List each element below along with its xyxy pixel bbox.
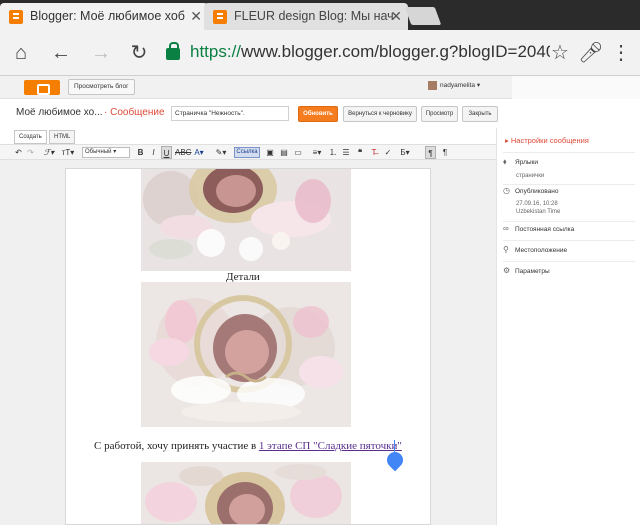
header-right-area — [512, 76, 640, 99]
tab-title: FLEUR design Blog: Мы нач — [234, 9, 394, 23]
divider — [503, 261, 635, 262]
blog-name[interactable]: Моё любимое хо... — [16, 107, 103, 118]
lock-icon — [166, 42, 180, 60]
italic-icon[interactable]: I — [149, 146, 158, 159]
blogger-logo-icon[interactable] — [24, 80, 60, 95]
forward-arrow-icon[interactable]: → — [88, 40, 114, 66]
tab-blogger[interactable]: Blogger: Моё любимое хоб ✕ — [0, 3, 208, 30]
publish-button[interactable]: Обновить — [298, 106, 338, 122]
view-blog-button[interactable]: Просмотреть блог — [68, 79, 135, 95]
ltr-direction-icon[interactable]: ¶ — [425, 146, 436, 159]
address-bar[interactable]: https://www.blogger.com/blogger.g?blogID… — [156, 38, 576, 68]
post-editor[interactable]: Детали С работой, хочу принять участие в… — [65, 168, 431, 525]
preview-button[interactable]: Просмотр — [421, 106, 458, 122]
revert-to-draft-button[interactable]: Вернуться к черновику — [343, 106, 417, 122]
paragraph-style-select[interactable]: Обычный ▾ — [82, 147, 130, 158]
post-paragraph[interactable]: С работой, хочу принять участие в 1 этап… — [94, 440, 402, 452]
tab-compose[interactable]: Создать — [14, 130, 47, 144]
labels-value: странички — [516, 173, 545, 179]
video-icon[interactable]: ▤ — [279, 146, 289, 159]
permalink-setting[interactable]: ∞ Постоянная ссылка — [503, 224, 574, 233]
blogger-favicon-icon — [9, 10, 23, 24]
font-family-icon[interactable]: ℱ▾ — [42, 146, 56, 159]
close-icon[interactable]: ✕ — [190, 3, 202, 30]
published-date: 27.09.16, 10:28 — [516, 201, 558, 207]
link-icon: ∞ — [503, 224, 509, 233]
gear-icon: ⚙ — [503, 266, 511, 275]
back-arrow-icon[interactable]: ← — [48, 40, 74, 66]
bold-icon[interactable]: B — [136, 146, 145, 159]
remove-formatting-icon[interactable]: T̶ — [369, 146, 379, 159]
numbered-list-icon[interactable]: ⒈ — [328, 146, 338, 159]
reload-icon[interactable]: ↻ — [126, 40, 152, 66]
new-tab-button[interactable] — [404, 7, 442, 25]
labels-setting[interactable]: ⬧ Ярлыки — [503, 157, 538, 167]
location-setting[interactable]: ⚲ Местоположение — [503, 245, 567, 254]
rtl-direction-icon[interactable]: ¶ — [440, 146, 450, 159]
input-tools-icon[interactable]: Б▾ — [398, 146, 412, 159]
microphone-icon[interactable]: 🎤︎ — [578, 40, 604, 66]
published-setting[interactable]: ◷ Опубликовано — [503, 186, 559, 195]
close-icon[interactable]: ✕ — [390, 3, 402, 30]
star-icon[interactable]: ☆ — [547, 40, 573, 66]
quote-icon[interactable]: ❝ — [355, 146, 365, 159]
undo-icon[interactable]: ↶ — [14, 146, 23, 159]
post-image[interactable] — [141, 462, 351, 524]
tab-title: Blogger: Моё любимое хоб — [30, 9, 185, 23]
published-timezone: Uzbekistan Time — [516, 209, 561, 215]
close-button[interactable]: Закрыть — [462, 106, 498, 122]
post-image[interactable] — [141, 169, 351, 271]
post-title-row: Моё любимое хо... · Сообщение Страничка … — [0, 100, 640, 128]
section-label: · Сообщение — [104, 107, 165, 118]
blogger-favicon-icon — [213, 10, 227, 24]
font-size-icon[interactable]: тT▾ — [60, 146, 76, 159]
link-button[interactable]: Ссылка — [234, 147, 260, 158]
highlight-icon[interactable]: ✎▾ — [213, 146, 229, 159]
format-toolbar: ↶ ↷ ℱ▾ тT▾ Обычный ▾ B I U ABC A▾ ✎▾ Ссы… — [0, 144, 496, 160]
clock-icon: ◷ — [503, 186, 510, 195]
post-settings-header[interactable]: ▸ Настройки сообщения — [505, 136, 589, 145]
tag-icon: ⬧ — [503, 157, 507, 166]
options-setting[interactable]: ⚙ Параметры — [503, 266, 550, 275]
avatar — [428, 81, 437, 90]
user-menu[interactable]: nadyamelita ▾ — [428, 81, 480, 90]
home-icon[interactable]: ⌂ — [8, 40, 34, 66]
text-color-icon[interactable]: A▾ — [192, 146, 206, 159]
tab-fleur[interactable]: FLEUR design Blog: Мы нач ✕ — [204, 3, 408, 30]
tab-strip: Blogger: Моё любимое хоб ✕ FLEUR design … — [0, 0, 640, 30]
divider — [503, 152, 635, 153]
redo-icon[interactable]: ↷ — [26, 146, 35, 159]
bullet-list-icon[interactable]: ☰ — [341, 146, 351, 159]
spellcheck-icon[interactable]: ✓ — [383, 146, 393, 159]
tab-html[interactable]: HTML — [49, 130, 76, 144]
url-text: https://www.blogger.com/blogger.g?blogID… — [190, 42, 550, 61]
post-title-input[interactable]: Страничка "Нежность". — [171, 106, 289, 121]
post-settings-sidebar: ▸ Настройки сообщения ⬧ Ярлыки странички … — [496, 128, 640, 525]
menu-icon[interactable]: ⋮ — [608, 40, 634, 66]
image-icon[interactable]: ▣ — [265, 146, 275, 159]
location-pin-icon: ⚲ — [503, 245, 509, 254]
post-image[interactable] — [141, 282, 351, 427]
blogger-header: Просмотреть блог nadyamelita ▾ — [0, 76, 512, 99]
strikethrough-icon[interactable]: ABC — [175, 146, 191, 159]
jump-break-icon[interactable]: ▭ — [293, 146, 303, 159]
align-icon[interactable]: ≡▾ — [310, 146, 324, 159]
underline-icon[interactable]: U — [161, 146, 172, 159]
browser-toolbar: ⌂ ← → ↻ https://www.blogger.com/blogger.… — [0, 30, 640, 76]
stage-link[interactable]: 1 этапе СП "Сладкие пяточки" — [259, 440, 402, 452]
divider — [503, 221, 635, 222]
divider — [503, 240, 635, 241]
divider — [503, 184, 635, 185]
